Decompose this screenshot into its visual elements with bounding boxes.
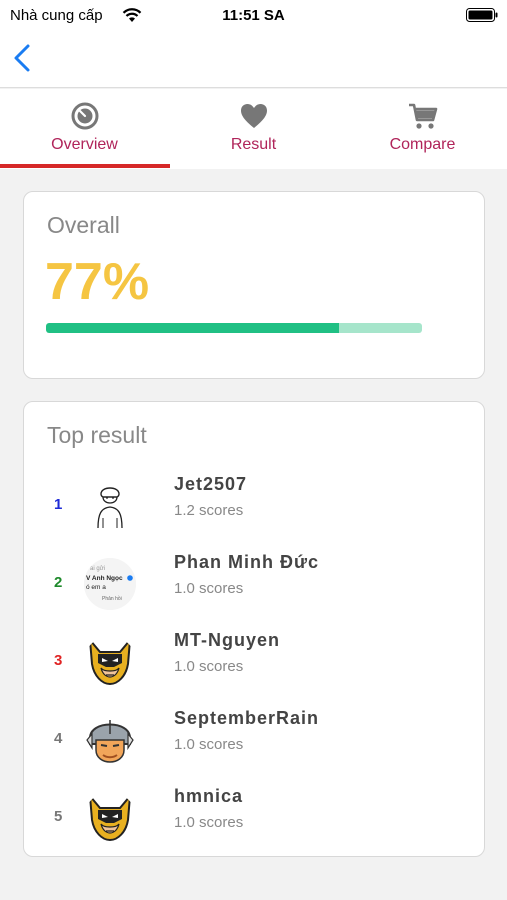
- player-name: hmnica: [174, 786, 244, 806]
- svg-text:Phản hồi: Phản hồi: [102, 596, 122, 602]
- screenshot-avatar-icon: ai gửi V Anh Ngọc ó em a Phản hồi: [84, 558, 136, 610]
- back-arrow-icon[interactable]: [8, 40, 38, 76]
- svg-text:ó em a: ó em a: [86, 584, 106, 591]
- rank-number: 1: [54, 496, 63, 513]
- timer-icon: [71, 102, 99, 130]
- active-tab-indicator: [0, 164, 170, 168]
- player-score: 1.0 scores: [174, 814, 244, 831]
- top-result-card: Top result 1 Jet2507 1.2 scores 2 ai gửi: [23, 401, 485, 857]
- battery-icon: [466, 8, 498, 22]
- player-name: Jet2507: [174, 474, 248, 494]
- avatar: [84, 480, 136, 532]
- rank-number: 2: [54, 574, 63, 591]
- overall-card: Overall 77%: [23, 191, 485, 379]
- tab-label: Overview: [51, 136, 118, 153]
- list-item[interactable]: 5 hmnica 1.0 scores: [24, 786, 484, 864]
- tab-result[interactable]: Result: [169, 89, 338, 169]
- navigation-bar: [0, 30, 507, 88]
- list-item[interactable]: 4 SeptemberRain 1.0 scores: [24, 708, 484, 786]
- masked-hero-icon: [84, 636, 136, 688]
- tab-compare[interactable]: Compare: [338, 89, 507, 169]
- avatar: [84, 792, 136, 844]
- masked-hero-icon: [84, 792, 136, 844]
- list-item[interactable]: 1 Jet2507 1.2 scores: [24, 474, 484, 552]
- sketch-avatar-icon: [84, 480, 136, 532]
- player-score: 1.2 scores: [174, 502, 244, 519]
- player-name: Phan Minh Đức: [174, 552, 320, 572]
- tab-overview[interactable]: Overview: [0, 89, 169, 169]
- progress-fill: [46, 323, 340, 333]
- player-score: 1.0 scores: [174, 658, 244, 675]
- player-score: 1.0 scores: [174, 736, 244, 753]
- clock: 11:51 SA: [222, 7, 285, 24]
- list-item[interactable]: 3 MT-Nguyen 1.0 scores: [24, 630, 484, 708]
- player-name: SeptemberRain: [174, 708, 320, 728]
- avatar: ai gửi V Anh Ngọc ó em a Phản hồi: [84, 558, 136, 610]
- overall-progress-bar: [46, 323, 422, 333]
- rank-number: 4: [54, 730, 63, 747]
- cart-icon: [409, 103, 438, 129]
- rank-number: 5: [54, 808, 63, 825]
- top-result-title: Top result: [47, 422, 147, 448]
- player-score: 1.0 scores: [174, 580, 244, 597]
- overall-percentage: 77%: [45, 253, 150, 311]
- status-bar: Nhà cung cấp 11:51 SA: [0, 0, 507, 30]
- overall-title: Overall: [47, 212, 120, 238]
- rank-number: 3: [54, 652, 63, 669]
- svg-text:V Anh Ngọc: V Anh Ngọc: [86, 575, 123, 582]
- tab-label: Compare: [389, 136, 456, 153]
- helmet-icon: [84, 714, 136, 766]
- heart-icon: [241, 104, 267, 128]
- avatar: [84, 714, 136, 766]
- svg-text:ai gửi: ai gửi: [90, 565, 105, 572]
- avatar: [84, 636, 136, 688]
- tab-label: Result: [230, 136, 277, 153]
- tab-bar: Overview Result Compare: [0, 89, 507, 169]
- list-item[interactable]: 2 ai gửi V Anh Ngọc ó em a Phản hồi Phan…: [24, 552, 484, 630]
- player-name: MT-Nguyen: [174, 630, 280, 650]
